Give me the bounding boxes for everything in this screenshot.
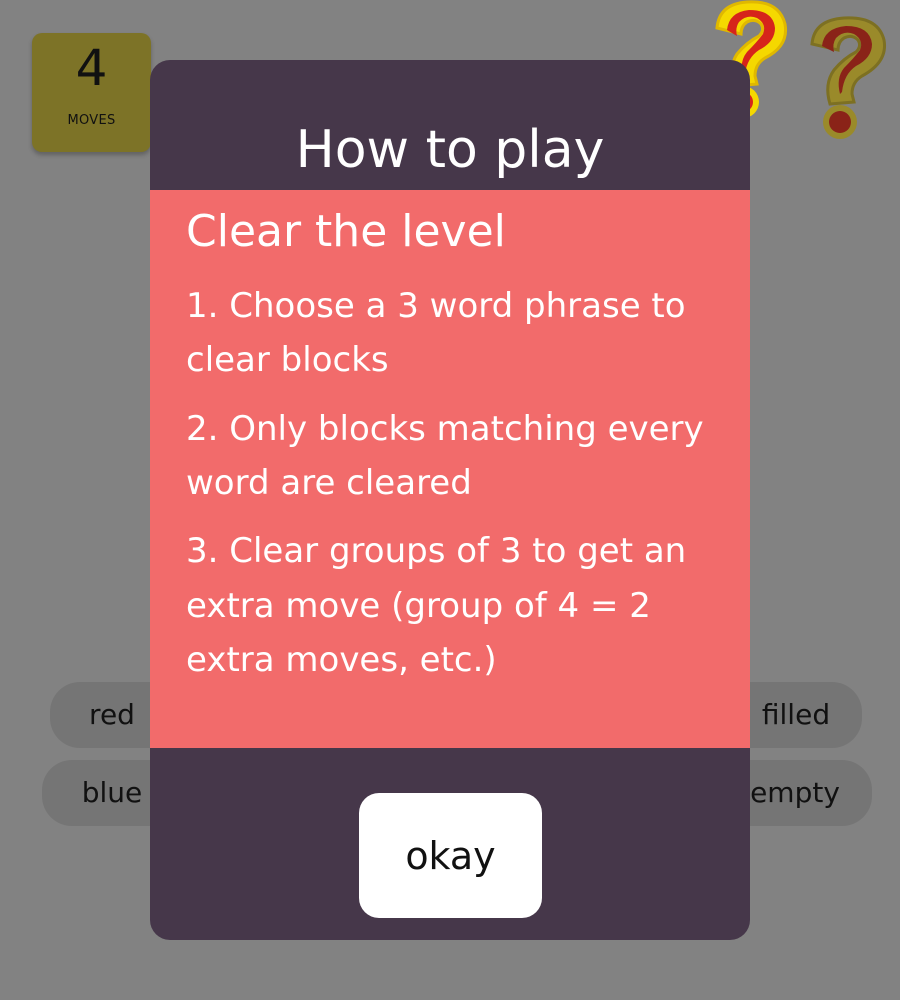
instructions-heading: Clear the level bbox=[186, 206, 506, 257]
instruction-step: 2. Only blocks matching every word are c… bbox=[186, 408, 704, 503]
word-chip-label: empty bbox=[750, 776, 840, 809]
okay-button[interactable]: okay bbox=[359, 793, 542, 918]
moves-label: MOVES bbox=[67, 113, 116, 128]
how-to-play-dialog: How to play Clear the level 1. Choose a … bbox=[150, 60, 750, 940]
moves-counter: 4 MOVES bbox=[32, 33, 151, 152]
instructions-panel: Clear the level 1. Choose a 3 word phras… bbox=[150, 190, 750, 748]
word-chip-label: red bbox=[89, 698, 135, 731]
instruction-step: 3. Clear groups of 3 to get an extra mov… bbox=[186, 531, 687, 681]
dialog-title: How to play bbox=[295, 120, 605, 180]
word-chip-label: blue bbox=[81, 776, 143, 809]
instruction-step: 1. Choose a 3 word phrase to clear block… bbox=[186, 285, 686, 381]
word-chip-label: filled bbox=[761, 698, 831, 731]
question-mark-icon[interactable] bbox=[800, 14, 892, 142]
moves-count: 4 bbox=[75, 39, 108, 97]
